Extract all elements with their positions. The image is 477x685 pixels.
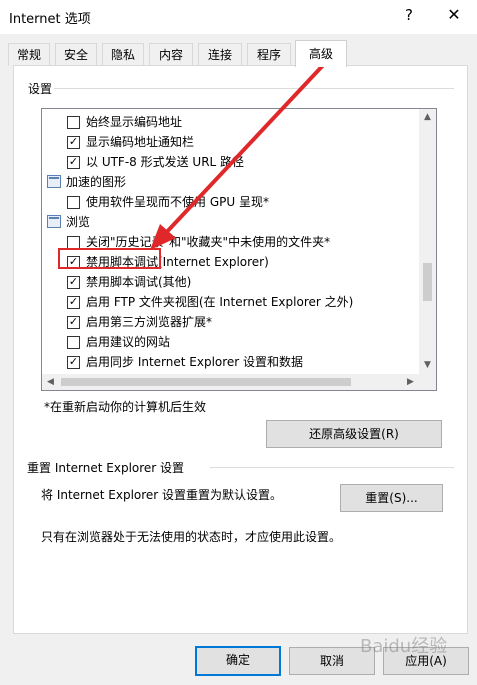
checkbox-unchecked-icon[interactable] [67, 336, 80, 349]
checkmark-icon: ✓ [68, 135, 79, 148]
reset-button[interactable]: 重置(S)... [340, 484, 443, 512]
checkbox-unchecked-icon[interactable] [67, 116, 80, 129]
advanced-panel: 设置 始终显示编码地址 ✓ 显示编码地址通知栏 ✓ 以 UTF-8 形式发送 URL 路… [13, 65, 468, 634]
category-icon [47, 215, 61, 228]
category-icon [47, 175, 61, 188]
horizontal-scroll-thumb[interactable] [61, 378, 351, 386]
tab-privacy[interactable]: 隐私 [102, 43, 144, 66]
checkmark-icon: ✓ [68, 255, 79, 268]
checkmark-icon: ✓ [68, 155, 79, 168]
checkbox-checked-icon[interactable]: ✓ [67, 135, 80, 149]
apply-button[interactable]: 应用(A) [383, 647, 469, 675]
vertical-scrollbar[interactable]: ▲ ▼ [419, 109, 436, 374]
category-label: 浏览 [66, 215, 91, 229]
reset-warning-note: 只有在浏览器处于无法使用的状态时，才应使用此设置。 [41, 530, 342, 544]
option-label: 显示编码地址通知栏 [86, 135, 195, 149]
category-label: 加速的图形 [66, 175, 127, 189]
option-label: 启用建议的网站 [86, 335, 171, 349]
tab-advanced[interactable]: 高级 [295, 40, 347, 67]
tab-content[interactable]: 内容 [149, 43, 193, 66]
scroll-down-icon[interactable]: ▼ [419, 357, 436, 374]
checkmark-icon: ✓ [68, 275, 79, 288]
reset-description: 将 Internet Explorer 设置重置为默认设置。 [41, 488, 283, 502]
checkbox-unchecked-icon[interactable] [67, 196, 80, 209]
option-label: 关闭"历史记录"和"收藏夹"中未使用的文件夹* [86, 235, 331, 249]
checkbox-checked-icon[interactable]: ✓ [67, 255, 80, 269]
checkbox-unchecked-icon[interactable] [67, 236, 80, 249]
window-title: Internet 选项 [9, 12, 91, 27]
reset-group-label: 重置 Internet Explorer 设置 [27, 461, 185, 475]
option-label: 启用 FTP 文件夹视图(在 Internet Explorer 之外) [86, 295, 354, 309]
option-label: 始终显示编码地址 [86, 115, 183, 129]
settings-list: 始终显示编码地址 ✓ 显示编码地址通知栏 ✓ 以 UTF-8 形式发送 URL 路径加速… [42, 109, 417, 374]
horizontal-scrollbar[interactable]: ◀ ▶ [42, 374, 436, 390]
checkbox-checked-icon[interactable]: ✓ [67, 295, 80, 309]
reset-group-divider [210, 467, 454, 468]
vertical-scroll-thumb[interactable] [423, 263, 432, 301]
restore-advanced-button[interactable]: 还原高级设置(R) [266, 420, 442, 448]
help-button[interactable]: ? [400, 4, 418, 26]
restart-note: *在重新启动你的计算机后生效 [44, 400, 207, 414]
checkmark-icon: ✓ [68, 315, 79, 328]
option-label: 启用同步 Internet Explorer 设置和数据 [86, 355, 304, 369]
option-label: 使用软件呈现而不使用 GPU 呈现* [86, 195, 269, 209]
scroll-up-icon[interactable]: ▲ [419, 109, 436, 126]
tab-general[interactable]: 常规 [8, 43, 50, 66]
checkmark-icon: ✓ [68, 355, 79, 368]
option-label: 禁用脚本调试(Internet Explorer) [86, 255, 269, 269]
option-label: 启用第三方浏览器扩展* [86, 315, 213, 329]
cancel-button[interactable]: 取消 [289, 647, 375, 675]
option-label: 禁用脚本调试(其他) [86, 275, 192, 289]
scroll-left-icon[interactable]: ◀ [42, 374, 59, 390]
close-button[interactable]: ✕ [443, 4, 465, 26]
tab-programs[interactable]: 程序 [247, 43, 291, 66]
settings-group-label: 设置 [28, 82, 53, 96]
settings-group-divider [54, 88, 454, 89]
checkbox-checked-icon[interactable]: ✓ [67, 155, 80, 169]
tab-security[interactable]: 安全 [55, 43, 97, 66]
option-label: 以 UTF-8 形式发送 URL 路径 [86, 155, 245, 169]
title-bar: Internet 选项 ? ✕ [0, 0, 477, 34]
settings-tree[interactable]: 始终显示编码地址 ✓ 显示编码地址通知栏 ✓ 以 UTF-8 形式发送 URL 路径加速… [41, 108, 437, 391]
checkmark-icon: ✓ [68, 295, 79, 308]
ok-button[interactable]: 确定 [195, 646, 281, 676]
checkbox-checked-icon[interactable]: ✓ [67, 355, 80, 369]
scroll-right-icon[interactable]: ▶ [402, 374, 419, 390]
tab-connections[interactable]: 连接 [198, 43, 242, 66]
checkbox-checked-icon[interactable]: ✓ [67, 275, 80, 289]
checkbox-checked-icon[interactable]: ✓ [67, 315, 80, 329]
